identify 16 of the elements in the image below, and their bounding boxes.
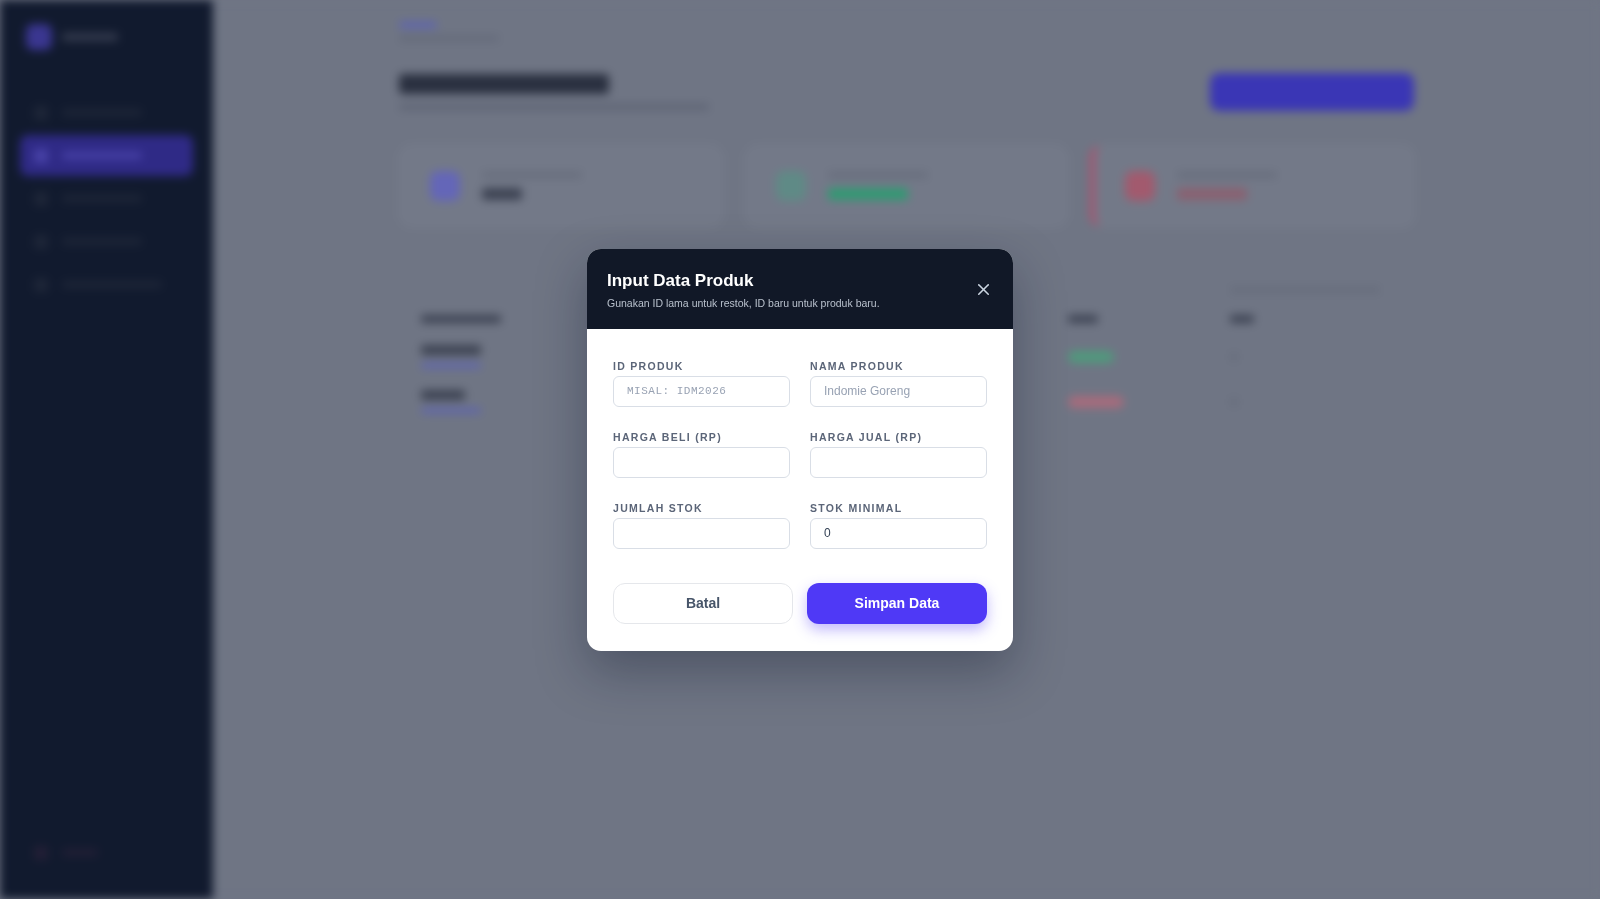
input-field[interactable]	[810, 446, 987, 478]
field-label: NAMA PRODUK	[810, 358, 905, 373]
input-field[interactable]: 0	[810, 517, 987, 549]
field-label: STOK MINIMAL	[810, 500, 904, 515]
field-label: JUMLAH STOK	[613, 500, 704, 515]
field-label: HARGA JUAL (RP)	[810, 429, 924, 444]
input-field[interactable]: Indomie Goreng	[810, 375, 987, 407]
field-label: ID PRODUK	[613, 358, 685, 373]
save-button[interactable]: Simpan Data	[807, 582, 987, 624]
cancel-button[interactable]: Batal	[613, 582, 793, 624]
dialog-subtitle: Gunakan ID lama untuk restok, ID baru untuk produk baru.	[607, 295, 880, 310]
field-label: HARGA BELI (RP)	[613, 429, 723, 444]
dialog-title: Input Data Produk	[607, 269, 755, 292]
input-field[interactable]: MISAL: IDM2026	[613, 375, 790, 407]
input-field[interactable]	[613, 517, 790, 549]
input-field[interactable]	[613, 446, 790, 478]
